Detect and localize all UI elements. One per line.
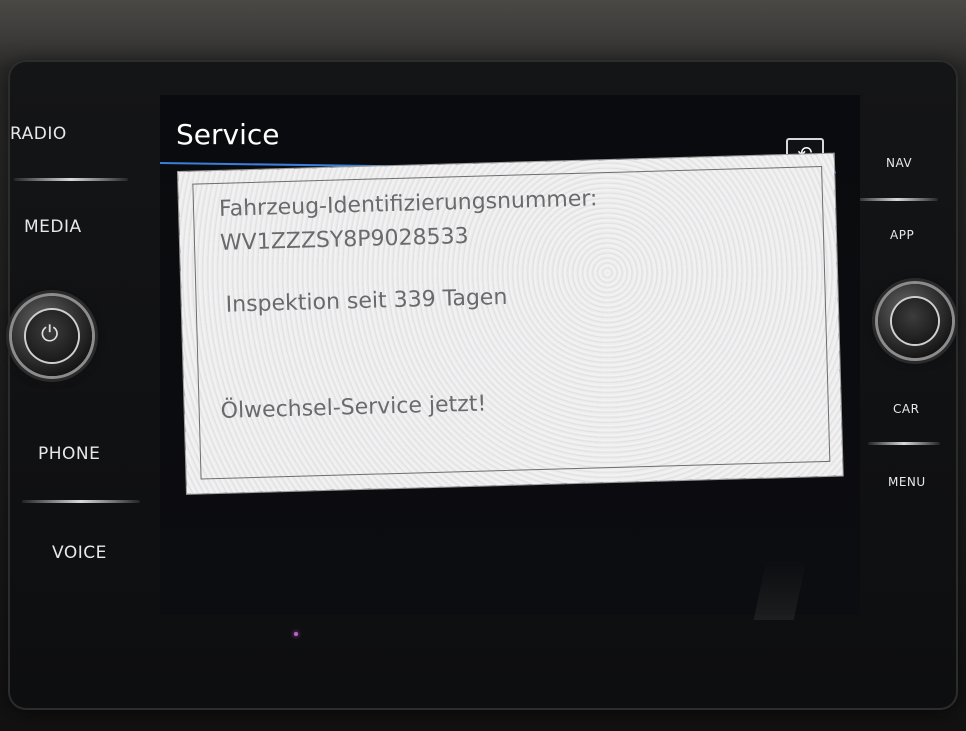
phone-button[interactable]: PHONE — [38, 444, 100, 464]
volume-power-knob[interactable]: ⏻ — [12, 296, 92, 376]
media-button[interactable]: MEDIA — [24, 217, 82, 237]
car-button[interactable]: CAR — [893, 402, 919, 416]
radio-button[interactable]: RADIO — [10, 124, 67, 144]
tuner-knob-inner[interactable] — [892, 298, 938, 344]
divider-left-bottom — [22, 500, 140, 503]
nav-button[interactable]: NAV — [886, 156, 912, 170]
divider-left-top — [14, 178, 128, 181]
page-title: Service — [176, 118, 280, 151]
divider-right-bottom — [868, 442, 940, 445]
power-knob-inner[interactable]: ⏻ — [26, 310, 78, 362]
menu-button[interactable]: MENU — [888, 475, 926, 489]
indicator-led — [294, 632, 298, 636]
car-infotainment-photo: RADIO MEDIA ⏻ PHONE VOICE NAV APP CAR ME… — [0, 0, 966, 731]
service-info-panel: Fahrzeug-Identifizierungsnummer: WV1ZZZS… — [178, 153, 843, 494]
power-icon: ⏻ — [41, 322, 59, 347]
voice-button[interactable]: VOICE — [52, 543, 107, 563]
app-button[interactable]: APP — [890, 228, 914, 242]
divider-right-top — [856, 198, 938, 201]
tuner-knob[interactable] — [878, 284, 952, 358]
